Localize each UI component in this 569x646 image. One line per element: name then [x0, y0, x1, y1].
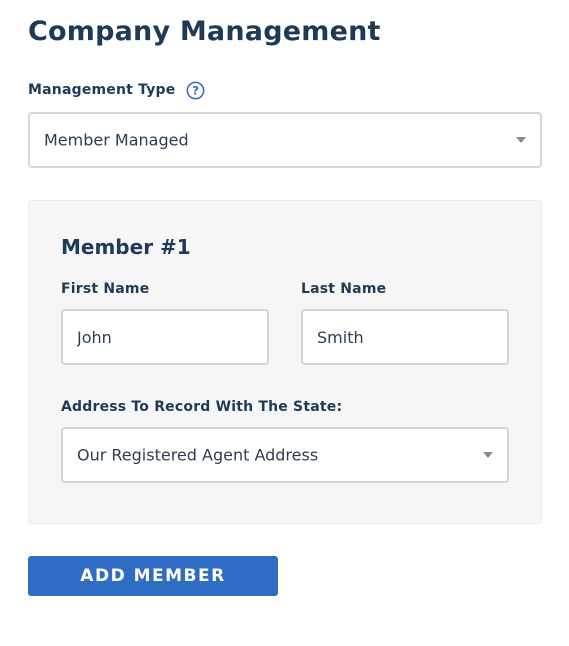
first-name-label: First Name — [61, 281, 150, 297]
add-member-button[interactable]: ADD MEMBER — [28, 556, 278, 596]
management-type-select[interactable]: Member Managed — [28, 112, 542, 168]
chevron-down-icon — [516, 137, 526, 143]
management-type-label: Management Type — [28, 82, 176, 98]
first-name-input[interactable] — [61, 309, 269, 365]
address-value: Our Registered Agent Address — [77, 445, 319, 465]
question-circle-icon[interactable]: ? — [186, 81, 205, 100]
management-type-value: Member Managed — [44, 130, 189, 150]
member-panel: Member #1 First Name Last Name Address T… — [28, 200, 542, 524]
chevron-down-icon — [483, 452, 493, 458]
page-title: Company Management — [28, 16, 381, 47]
last-name-input[interactable] — [301, 309, 509, 365]
address-label: Address To Record With The State: — [61, 399, 343, 415]
svg-text:?: ? — [192, 84, 199, 98]
address-select[interactable]: Our Registered Agent Address — [61, 427, 509, 483]
last-name-label: Last Name — [301, 281, 387, 297]
member-heading: Member #1 — [61, 235, 191, 259]
